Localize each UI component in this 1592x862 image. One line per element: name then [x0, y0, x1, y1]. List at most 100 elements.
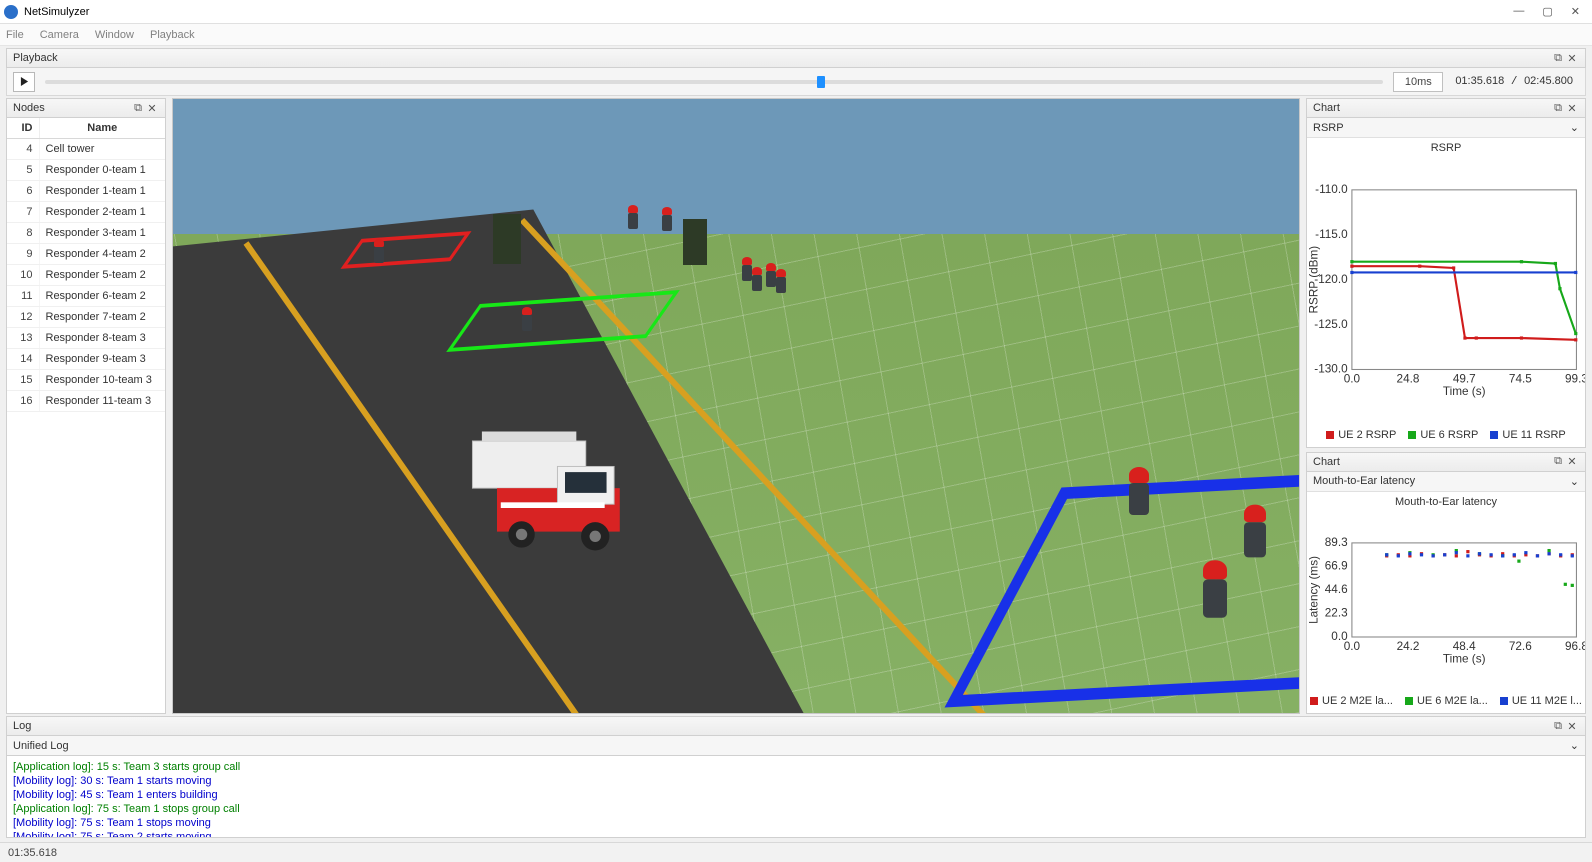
chart-selector[interactable]: Mouth-to-Ear latency⌄ [1307, 472, 1585, 492]
svg-text:0.0: 0.0 [1344, 372, 1361, 385]
chart-panel-rsrp: Chart ⧉ ✕ RSRP⌄ RSRP -130.0-125.0-120.0-… [1306, 98, 1586, 448]
log-line: [Mobility log]: 75 s: Team 2 starts movi… [13, 830, 1579, 838]
chart2-title: Mouth-to-Ear latency [1307, 492, 1585, 510]
responder [1123, 467, 1155, 515]
menu-file[interactable]: File [6, 29, 24, 41]
nodes-panel: Nodes ⧉ ✕ ID Name 4Cell tower5Responder … [6, 98, 166, 714]
svg-text:24.2: 24.2 [1397, 640, 1420, 653]
play-button[interactable] [13, 72, 35, 92]
menu-camera[interactable]: Camera [40, 29, 79, 41]
playback-toolbar: 10ms 01:35.618 / 02:45.800 [6, 68, 1586, 96]
log-line: [Mobility log]: 75 s: Team 1 stops movin… [13, 816, 1579, 830]
svg-text:44.6: 44.6 [1325, 583, 1348, 596]
playback-title: Playback [13, 52, 58, 64]
nodes-col-id[interactable]: ID [7, 118, 39, 139]
undock-icon[interactable]: ⧉ [131, 102, 145, 115]
playback-panel-header: Playback ⧉ ✕ [6, 48, 1586, 68]
table-row[interactable]: 16Responder 11-team 3 [7, 391, 165, 412]
table-row[interactable]: 13Responder 8-team 3 [7, 328, 165, 349]
responder [371, 239, 387, 263]
undock-icon[interactable]: ⧉ [1551, 52, 1565, 65]
undock-icon[interactable]: ⧉ [1551, 455, 1565, 468]
svg-text:48.4: 48.4 [1453, 640, 1476, 653]
chart-title-label: Chart [1313, 456, 1340, 468]
svg-text:0.0: 0.0 [1344, 640, 1361, 653]
svg-text:22.3: 22.3 [1325, 606, 1348, 619]
scene-viewport[interactable] [172, 98, 1300, 714]
legend-item: UE 2 M2E la... [1310, 695, 1393, 707]
legend-item: UE 6 M2E la... [1405, 695, 1488, 707]
svg-text:89.3: 89.3 [1325, 536, 1348, 549]
svg-text:-125.0: -125.0 [1314, 318, 1348, 331]
table-row[interactable]: 12Responder 7-team 2 [7, 307, 165, 328]
undock-icon[interactable]: ⧉ [1551, 720, 1565, 733]
log-line: [Application log]: 75 s: Team 1 stops gr… [13, 802, 1579, 816]
log-line: [Mobility log]: 45 s: Team 1 enters buil… [13, 788, 1579, 802]
svg-text:99.3: 99.3 [1565, 372, 1585, 385]
svg-text:24.8: 24.8 [1397, 372, 1420, 385]
svg-text:66.9: 66.9 [1325, 559, 1348, 572]
chevron-down-icon: ⌄ [1570, 739, 1579, 752]
legend-item: UE 11 M2E l... [1500, 695, 1582, 707]
statusbar: 01:35.618 [0, 842, 1592, 862]
close-icon[interactable]: ✕ [1565, 720, 1579, 733]
nodes-title: Nodes [13, 102, 45, 114]
legend-item: UE 11 RSRP [1490, 429, 1565, 441]
svg-text:49.7: 49.7 [1453, 372, 1476, 385]
app-title: NetSimulyzer [24, 6, 89, 18]
nodes-col-name[interactable]: Name [39, 118, 165, 139]
menu-playback[interactable]: Playback [150, 29, 195, 41]
step-input[interactable]: 10ms [1393, 72, 1443, 92]
table-row[interactable]: 15Responder 10-team 3 [7, 370, 165, 391]
undock-icon[interactable]: ⧉ [1551, 102, 1565, 115]
table-row[interactable]: 10Responder 5-team 2 [7, 265, 165, 286]
svg-text:Time (s): Time (s) [1443, 385, 1486, 398]
minimize-button[interactable]: — [1513, 5, 1524, 18]
table-row[interactable]: 8Responder 3-team 1 [7, 223, 165, 244]
responder [519, 307, 535, 331]
close-icon[interactable]: ✕ [145, 102, 159, 115]
log-output[interactable]: [Application log]: 15 s: Team 3 starts g… [6, 756, 1586, 838]
svg-text:72.6: 72.6 [1509, 640, 1532, 653]
time-display: 01:35.618 / 02:45.800 [1449, 75, 1579, 88]
svg-text:RSRP (dBm): RSRP (dBm) [1308, 246, 1321, 314]
table-row[interactable]: 14Responder 9-team 3 [7, 349, 165, 370]
table-row[interactable]: 5Responder 0-team 1 [7, 160, 165, 181]
nodes-table[interactable]: ID Name 4Cell tower5Responder 0-team 16R… [6, 118, 166, 714]
table-row[interactable]: 4Cell tower [7, 139, 165, 160]
legend-item: UE 6 RSRP [1408, 429, 1478, 441]
app-icon [4, 5, 18, 19]
svg-text:Time (s): Time (s) [1443, 652, 1486, 665]
legend-item: UE 2 RSRP [1326, 429, 1396, 441]
status-time: 01:35.618 [8, 847, 57, 859]
log-selector[interactable]: Unified Log⌄ [6, 736, 1586, 756]
log-line: [Application log]: 15 s: Team 3 starts g… [13, 760, 1579, 774]
responder [1237, 505, 1272, 558]
responder [659, 207, 675, 231]
table-row[interactable]: 6Responder 1-team 1 [7, 181, 165, 202]
maximize-button[interactable]: ▢ [1542, 5, 1552, 18]
chart2-legend: UE 2 M2E la... UE 6 M2E la... UE 11 M2E l.… [1307, 691, 1585, 713]
table-row[interactable]: 11Responder 6-team 2 [7, 286, 165, 307]
nodes-panel-header: Nodes ⧉ ✕ [6, 98, 166, 118]
seek-slider[interactable] [45, 80, 1383, 84]
fire-truck [453, 389, 643, 559]
table-row[interactable]: 9Responder 4-team 2 [7, 244, 165, 265]
chart1-title: RSRP [1307, 138, 1585, 156]
chart-selector[interactable]: RSRP⌄ [1307, 118, 1585, 138]
table-row[interactable]: 7Responder 2-team 1 [7, 202, 165, 223]
svg-text:-110.0: -110.0 [1315, 183, 1348, 196]
log-title: Log [13, 720, 31, 732]
close-icon[interactable]: ✕ [1565, 52, 1579, 65]
seek-thumb[interactable] [817, 76, 825, 88]
menu-window[interactable]: Window [95, 29, 134, 41]
svg-text:96.8: 96.8 [1565, 640, 1585, 653]
close-icon[interactable]: ✕ [1565, 102, 1579, 115]
close-button[interactable]: ✕ [1571, 5, 1580, 18]
responder [773, 269, 789, 293]
close-icon[interactable]: ✕ [1565, 455, 1579, 468]
responder [1196, 560, 1234, 618]
log-panel-header: Log ⧉ ✕ [6, 716, 1586, 736]
svg-text:74.5: 74.5 [1509, 372, 1532, 385]
chart-title-label: Chart [1313, 102, 1340, 114]
